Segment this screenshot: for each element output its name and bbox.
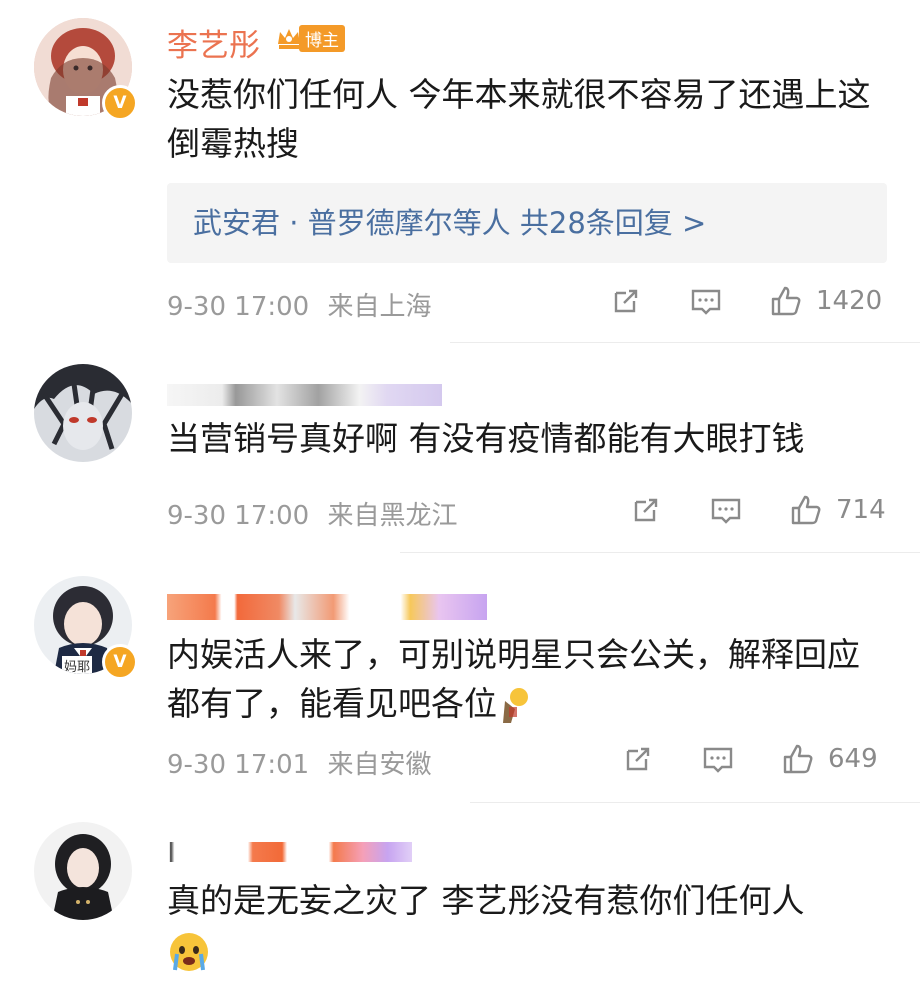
username[interactable]: 李艺彤	[167, 20, 260, 65]
thumbs-up-icon	[791, 495, 821, 525]
replies-link[interactable]: 武安君 · 普罗德摩尔等人 共28条回复 >	[167, 183, 887, 263]
like-count: 1420	[816, 286, 883, 316]
thumbs-up-icon	[771, 286, 801, 316]
comment-meta: 9-30 17:01 来自安徽	[167, 744, 431, 781]
verified-v-icon: V	[102, 644, 138, 680]
comment-3: 妈耶 V 内娱活人来了，可别说明星只会公关，解释回应都有了，能看见吧各位 9-3…	[0, 562, 920, 802]
avatar[interactable]	[34, 364, 132, 462]
avatar-image	[34, 364, 132, 462]
badge-label: 博主	[299, 24, 345, 52]
comment-button[interactable]	[688, 283, 724, 319]
comment-2: 当营销号真好啊 有没有疫情都能有大眼打钱 9-30 17:00 来自黑龙江 71…	[0, 352, 920, 552]
divider	[450, 342, 920, 343]
verified-v-icon: V	[102, 85, 138, 121]
divider	[400, 552, 920, 553]
comment-icon	[691, 289, 721, 315]
comment-actions: 1420	[608, 283, 882, 319]
comment-1: V 李艺彤 博主 没惹你们任何人 今年本来就很不容易了还遇上这倒霉热搜 武安君 …	[0, 0, 920, 340]
avatar[interactable]	[34, 822, 132, 920]
share-icon	[634, 498, 658, 522]
blogger-badge: 博主	[275, 24, 345, 52]
share-icon	[626, 747, 650, 771]
username-obscured	[167, 842, 412, 862]
share-button[interactable]	[628, 492, 664, 528]
like-button[interactable]: 714	[788, 492, 886, 528]
share-button[interactable]	[620, 741, 656, 777]
location: 来自上海	[327, 292, 432, 322]
username-obscured	[167, 384, 442, 406]
crying-face-emoji	[170, 932, 208, 971]
timestamp: 9-30 17:01	[167, 750, 310, 780]
username-obscured	[167, 594, 487, 620]
like-button[interactable]: 649	[780, 741, 878, 777]
location: 来自黑龙江	[327, 501, 458, 531]
comment-meta: 9-30 17:00 来自黑龙江	[167, 495, 457, 532]
comment-button[interactable]	[708, 492, 744, 528]
like-count: 714	[836, 495, 886, 525]
avatar-caption: 妈耶	[62, 656, 93, 674]
timestamp: 9-30 17:00	[167, 501, 310, 531]
comment-meta: 9-30 17:00 来自上海	[167, 286, 431, 323]
comment-text: 没惹你们任何人 今年本来就很不容易了还遇上这倒霉热搜	[167, 75, 871, 163]
share-icon	[614, 289, 638, 313]
comment-text: 真的是无妄之灾了 李艺彤没有惹你们任何人	[167, 876, 887, 974]
thumbs-up-icon	[783, 744, 813, 774]
divider	[470, 802, 920, 803]
like-button[interactable]: 1420	[768, 283, 882, 319]
comment-icon	[703, 747, 733, 773]
location: 来自安徽	[327, 750, 432, 780]
comment-actions: 714	[628, 492, 886, 528]
avatar-image	[34, 822, 132, 920]
comment-text: 内娱活人来了，可别说明星只会公关，解释回应都有了，能看见吧各位	[167, 630, 887, 728]
timestamp: 9-30 17:00	[167, 292, 310, 322]
comment-button[interactable]	[700, 741, 736, 777]
comment-text: 当营销号真好啊 有没有疫情都能有大眼打钱	[167, 419, 805, 458]
thinking-face-emoji	[503, 687, 528, 723]
comment-body: 真的是无妄之灾了 李艺彤没有惹你们任何人	[167, 881, 805, 920]
comment-4: 真的是无妄之灾了 李艺彤没有惹你们任何人	[0, 812, 920, 991]
comment-actions: 649	[620, 741, 878, 777]
comment-icon	[711, 498, 741, 524]
share-button[interactable]	[608, 283, 644, 319]
like-count: 649	[828, 744, 878, 774]
